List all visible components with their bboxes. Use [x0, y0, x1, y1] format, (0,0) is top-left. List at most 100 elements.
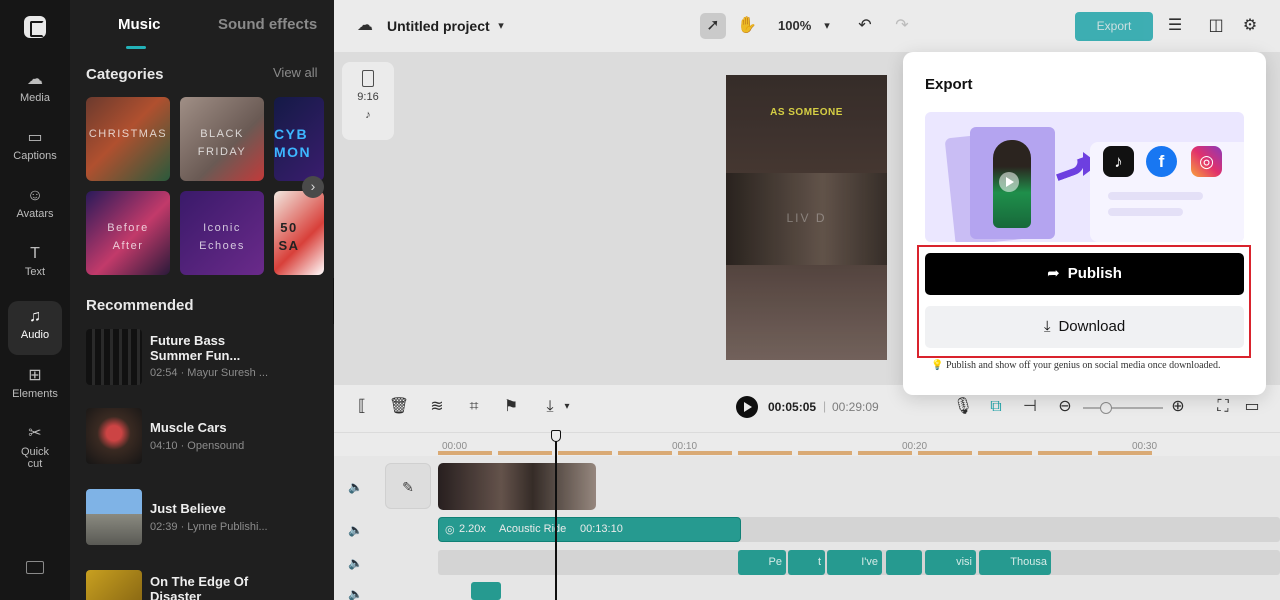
- rail-label: Text: [24, 266, 46, 278]
- speed-icon[interactable]: ≋: [424, 394, 450, 420]
- tiktok-icon: ♪: [1103, 146, 1134, 177]
- split-icon[interactable]: ⟦: [349, 394, 375, 420]
- pointer-icon[interactable]: ➚: [700, 13, 726, 39]
- hand-icon[interactable]: ✋: [734, 13, 760, 39]
- caption-clip[interactable]: [886, 550, 922, 575]
- zoom-slider-handle[interactable]: [1100, 402, 1112, 414]
- layers-icon[interactable]: ☰: [1162, 13, 1188, 39]
- playhead[interactable]: [555, 431, 557, 600]
- app-logo-icon[interactable]: [24, 16, 46, 38]
- preview-frame: [726, 265, 887, 360]
- rail-item-audio[interactable]: ♫ Audio: [8, 301, 62, 355]
- microphone-icon[interactable]: 🎙: [950, 394, 976, 420]
- music-panel: Music Sound effects Categories View all …: [70, 0, 334, 600]
- caption-clip[interactable]: t: [788, 550, 825, 575]
- playhead-handle[interactable]: [551, 430, 561, 442]
- caption-clip[interactable]: I've: [827, 550, 882, 575]
- cloud-save-icon[interactable]: ☁: [352, 13, 378, 39]
- ruler-segments: [438, 451, 1158, 455]
- chevron-down-icon[interactable]: ▾: [488, 13, 514, 39]
- rail-item-captions[interactable]: ▭ Captions: [8, 122, 62, 176]
- split-view-icon[interactable]: ◫: [1203, 13, 1229, 39]
- play-icon: [999, 172, 1019, 192]
- illustration-line: [1108, 208, 1183, 216]
- rail-item-text[interactable]: T Text: [8, 238, 62, 292]
- track-title: Just Believe: [150, 501, 226, 516]
- track-item[interactable]: Future Bass Summer Fun... 02:54 · Mayur …: [86, 329, 326, 387]
- caption-clip[interactable]: visi: [925, 550, 976, 575]
- edit-cover-button[interactable]: ✎: [385, 463, 431, 509]
- elements-icon: ⊞: [28, 367, 42, 384]
- video-preview[interactable]: AS SOMEONE LIV D: [726, 75, 887, 360]
- auto-snap-icon[interactable]: ⧉: [983, 394, 1009, 420]
- rail-label-line2: cut: [27, 458, 43, 470]
- category-tile[interactable]: Iconic Echoes: [180, 191, 264, 275]
- speaker-icon[interactable]: 🔈: [348, 480, 363, 494]
- crop-icon[interactable]: ⌗: [461, 394, 487, 420]
- export-button[interactable]: Export: [1075, 12, 1153, 41]
- speaker-icon[interactable]: 🔈: [348, 587, 363, 600]
- comment-icon[interactable]: ▭: [1239, 394, 1265, 420]
- category-tile[interactable]: CHRISTMAS: [86, 97, 170, 181]
- redo-icon[interactable]: ↷: [889, 13, 915, 39]
- cloud-upload-icon: ☁: [27, 71, 43, 88]
- undo-icon[interactable]: ↶: [852, 13, 878, 39]
- zoom-out-icon[interactable]: ⊖: [1052, 394, 1078, 420]
- track-item[interactable]: Muscle Cars 04:10 · Opensound: [86, 408, 326, 466]
- zoom-slider-track[interactable]: [1083, 407, 1163, 409]
- chevron-down-icon[interactable]: ▾: [554, 394, 580, 420]
- marker-flag-icon[interactable]: ⚑: [498, 394, 524, 420]
- track-item[interactable]: Just Believe 02:39 · Lynne Publishi...: [86, 489, 326, 547]
- track-meta: 02:54 · Mayur Suresh ...: [150, 367, 268, 379]
- left-rail: ☁ Media ▭ Captions ☺ Avatars T Text ♫ Au…: [0, 0, 70, 600]
- speaker-icon[interactable]: 🔈: [348, 523, 363, 537]
- audio-clip-speed: 2.20x: [459, 523, 486, 535]
- rail-item-media[interactable]: ☁ Media: [8, 64, 62, 118]
- zoom-level[interactable]: 100%: [778, 18, 811, 33]
- view-all-link[interactable]: View all: [273, 65, 318, 80]
- category-tile[interactable]: 50 SA: [274, 191, 324, 275]
- caption-clip[interactable]: Thousa: [979, 550, 1051, 575]
- tab-sound-effects[interactable]: Sound effects: [218, 16, 317, 33]
- zoom-chevron-icon[interactable]: ▾: [814, 13, 840, 39]
- rail-item-quick-cut[interactable]: ✂ Quick cut: [8, 418, 62, 480]
- category-label: Iconic Echoes: [199, 222, 245, 252]
- export-button-label: Export: [1096, 19, 1132, 33]
- track-meta: 04:10 · Opensound: [150, 440, 245, 452]
- chevron-right-icon[interactable]: ›: [302, 176, 324, 198]
- play-button[interactable]: [736, 396, 758, 418]
- caption-clip[interactable]: Pe: [738, 550, 786, 575]
- track-thumbnail: [86, 329, 142, 385]
- track-thumbnail: [86, 570, 142, 600]
- category-tile[interactable]: Before After: [86, 191, 170, 275]
- timecode-separator: |: [823, 399, 827, 413]
- aspect-ratio-card[interactable]: 9:16 ♪: [342, 62, 394, 140]
- track-item[interactable]: On The Edge Of Disaster: [86, 570, 326, 600]
- speaker-icon[interactable]: 🔈: [348, 556, 363, 570]
- rail-item-elements[interactable]: ⊞ Elements: [8, 360, 62, 414]
- rail-label: Elements: [12, 388, 58, 400]
- split-screen-icon[interactable]: ⊣: [1017, 394, 1043, 420]
- track-title: On The Edge Of Disaster: [150, 574, 249, 600]
- rail-label: Captions: [13, 150, 57, 162]
- category-tile[interactable]: CYB MON: [274, 97, 324, 181]
- category-label: BLACK FRIDAY: [197, 128, 247, 158]
- rail-item-avatars[interactable]: ☺ Avatars: [8, 180, 62, 234]
- zoom-in-icon[interactable]: ⊕: [1165, 394, 1191, 420]
- keyboard-icon[interactable]: [26, 561, 44, 574]
- small-audio-clip[interactable]: [471, 582, 501, 600]
- tab-music[interactable]: Music: [118, 16, 161, 33]
- illustration-line: [1108, 192, 1203, 200]
- quick-cut-icon: ✂: [28, 425, 42, 442]
- fullscreen-icon[interactable]: ⛶: [1210, 394, 1236, 420]
- categories-title: Categories: [86, 66, 164, 83]
- settings-gear-icon[interactable]: ⚙: [1237, 13, 1263, 39]
- project-title[interactable]: Untitled project: [387, 18, 490, 34]
- category-tile[interactable]: BLACK FRIDAY: [180, 97, 264, 181]
- phone-icon: [362, 70, 374, 87]
- text-icon: T: [30, 245, 40, 262]
- export-tip: 💡 Publish and show off your genius on so…: [931, 360, 1220, 371]
- delete-icon[interactable]: 🗑: [386, 394, 412, 420]
- video-clip[interactable]: [438, 463, 596, 510]
- audio-clip[interactable]: ◎ 2.20x Acoustic Ride 00:13:10: [438, 517, 741, 542]
